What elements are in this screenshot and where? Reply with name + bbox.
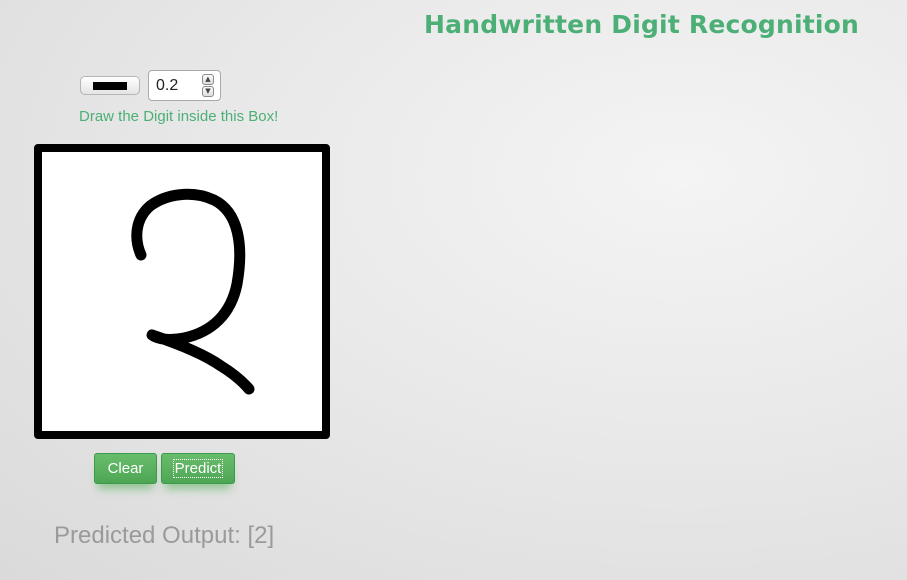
chevron-down-icon[interactable]: ▼: [202, 86, 214, 97]
predict-button[interactable]: Predict: [161, 453, 235, 484]
draw-instruction: Draw the Digit inside this Box!: [79, 108, 279, 125]
stroke-width-value: 0.2: [156, 77, 179, 94]
brush-color-picker[interactable]: [80, 76, 140, 95]
stroke-width-input[interactable]: 0.2 ▲ ▼: [148, 70, 221, 101]
page-title: Handwritten Digit Recognition: [424, 10, 860, 39]
drawing-canvas[interactable]: [34, 144, 330, 439]
chevron-up-icon[interactable]: ▲: [202, 74, 214, 85]
drawn-digit-stroke: [131, 188, 255, 395]
clear-button[interactable]: Clear: [94, 453, 157, 484]
predicted-output: Predicted Output: [2]: [54, 522, 275, 549]
color-swatch-icon: [93, 82, 127, 90]
predict-button-label: Predict: [172, 459, 224, 478]
